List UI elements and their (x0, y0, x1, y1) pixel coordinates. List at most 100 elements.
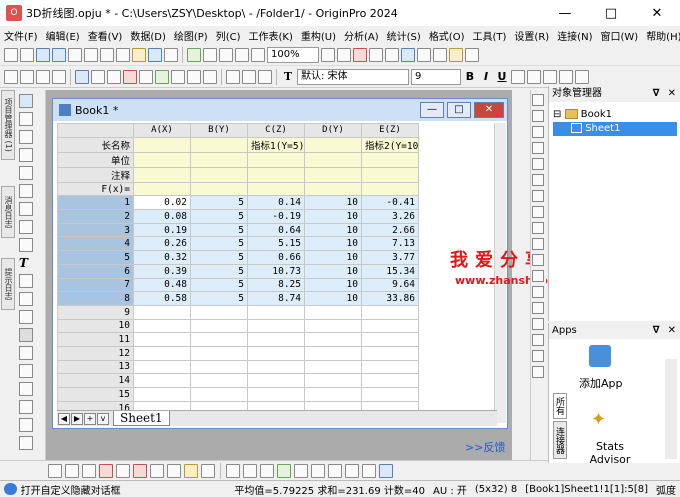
menu-data[interactable]: 数据(D) (126, 28, 170, 43)
new-folder-icon[interactable] (20, 47, 34, 62)
forward-icon[interactable] (20, 69, 34, 84)
menu-format[interactable]: 格式(O) (425, 28, 469, 43)
paste-icon[interactable] (258, 69, 272, 84)
menu-file[interactable]: 文件(F) (0, 28, 42, 43)
data-cell[interactable]: 10 (304, 236, 362, 252)
meta-cell[interactable] (361, 166, 419, 183)
workbook-minimize-button[interactable]: — (420, 102, 444, 118)
layer-icon[interactable] (532, 94, 544, 106)
message-log-tab[interactable]: 消息日志 (1, 186, 15, 238)
bar-plot-icon[interactable] (133, 463, 147, 478)
tips-icon[interactable] (449, 47, 463, 62)
message-log-icon[interactable] (417, 47, 431, 62)
font-size-combo[interactable]: 9 (411, 68, 461, 85)
sort-icon[interactable] (91, 69, 105, 84)
meta-cell[interactable] (133, 181, 191, 197)
object-manager-icon[interactable] (433, 47, 447, 62)
layer-icon[interactable] (532, 334, 544, 346)
new-layout-icon[interactable] (100, 47, 114, 62)
project-explorer-icon[interactable] (385, 47, 399, 62)
panel-close-icon[interactable]: ✕ (664, 86, 680, 102)
data-cell[interactable] (133, 318, 191, 334)
data-cell[interactable] (304, 304, 362, 320)
layer-icon[interactable] (532, 238, 544, 250)
meta-cell[interactable] (190, 181, 248, 197)
layer-icon[interactable] (532, 350, 544, 362)
data-cell[interactable] (190, 359, 248, 375)
minimize-button[interactable]: — (542, 0, 588, 26)
row-number[interactable]: 10 (57, 318, 134, 334)
data-cell[interactable]: 0.58 (133, 291, 191, 306)
import-icon[interactable] (187, 47, 201, 62)
worksheet-vertical-scrollbar[interactable] (494, 123, 506, 423)
zoom-combo[interactable]: 100% (267, 46, 319, 63)
data-cell[interactable]: 10 (304, 195, 362, 211)
layer-icon[interactable] (532, 126, 544, 138)
add-app-icon[interactable] (589, 345, 611, 367)
menu-edit[interactable]: 编辑(E) (42, 28, 84, 43)
data-cell[interactable] (304, 373, 362, 388)
data-cell[interactable]: 5 (190, 250, 248, 265)
add-sheet-icon[interactable]: + (84, 412, 96, 425)
data-cell[interactable]: 5 (190, 222, 248, 238)
line-plot-icon[interactable] (48, 463, 62, 478)
row-number[interactable]: 7 (57, 277, 134, 293)
layer-icon[interactable] (532, 254, 544, 266)
import-wizard-icon[interactable] (203, 47, 217, 62)
print-icon[interactable] (235, 47, 249, 62)
menu-help[interactable]: 帮助(H) (642, 28, 680, 43)
meta-cell[interactable]: 指标2(Y=10 (361, 136, 419, 153)
next-sheet-icon[interactable]: ▶ (71, 412, 83, 425)
data-cell[interactable]: 3.26 (361, 209, 419, 224)
data-cell[interactable] (133, 332, 191, 347)
data-cell[interactable] (247, 359, 305, 375)
data-cell[interactable]: 10 (304, 291, 362, 306)
menu-connect[interactable]: 连接(N) (553, 28, 596, 43)
data-cell[interactable]: 5 (190, 236, 248, 252)
font-combo[interactable]: 默认: 宋体 (297, 68, 409, 85)
data-cell[interactable]: 2.66 (361, 222, 419, 238)
hint-log-tab[interactable]: 提示日志 (1, 258, 15, 310)
menu-tools[interactable]: 工具(T) (469, 28, 511, 43)
data-cell[interactable]: 0.39 (133, 263, 191, 279)
row-number[interactable]: 3 (57, 222, 134, 238)
worksheet-grid[interactable]: A(X) B(Y) C(Z) D(Y) E(Z) 长名称 指标1(Y=5) 指标… (57, 123, 495, 416)
column-header[interactable]: B(Y) (190, 123, 248, 138)
data-cell[interactable]: 5 (190, 263, 248, 279)
zoom-out-icon[interactable] (19, 130, 33, 144)
text-icon[interactable]: T (19, 256, 33, 270)
data-cell[interactable] (361, 332, 419, 347)
data-cell[interactable]: 7.13 (361, 236, 419, 252)
ternary-icon[interactable] (294, 463, 308, 478)
code-builder-icon[interactable] (337, 47, 351, 62)
data-cell[interactable]: 5 (190, 195, 248, 211)
menu-settings[interactable]: 设置(R) (510, 28, 553, 43)
meta-cell[interactable] (361, 151, 419, 168)
surface-icon[interactable] (277, 463, 291, 478)
data-cell[interactable] (190, 387, 248, 402)
meta-cell[interactable] (304, 151, 362, 168)
data-cell[interactable]: 0.32 (133, 250, 191, 265)
data-reader-icon[interactable] (19, 184, 33, 198)
tree-item-sheet1[interactable]: Sheet1 (553, 122, 677, 136)
layer-icon[interactable] (532, 110, 544, 122)
row-number[interactable]: 6 (57, 263, 134, 279)
data-cell[interactable] (133, 359, 191, 375)
menu-worksheet[interactable]: 工作表(K) (245, 28, 297, 43)
decrease-font-icon[interactable] (575, 69, 589, 84)
pie-plot-icon[interactable] (116, 463, 130, 478)
workbook-restore-button[interactable]: □ (447, 102, 471, 118)
add-app-label[interactable]: 添加App (579, 375, 623, 391)
polygon-icon[interactable] (19, 346, 33, 360)
status-autoupdate[interactable]: AU : 开 (429, 482, 471, 497)
meta-cell[interactable] (133, 151, 191, 168)
column-header[interactable]: D(Y) (304, 123, 362, 138)
row-number[interactable]: 2 (57, 209, 134, 224)
merge-icon[interactable] (187, 69, 201, 84)
data-cell[interactable]: 0.14 (247, 195, 305, 211)
sheet-list-icon[interactable]: v (97, 412, 109, 425)
command-window-icon[interactable] (353, 47, 367, 62)
new-function-icon[interactable] (84, 47, 98, 62)
corner-cell[interactable] (57, 123, 134, 138)
image-plot-icon[interactable] (328, 463, 342, 478)
